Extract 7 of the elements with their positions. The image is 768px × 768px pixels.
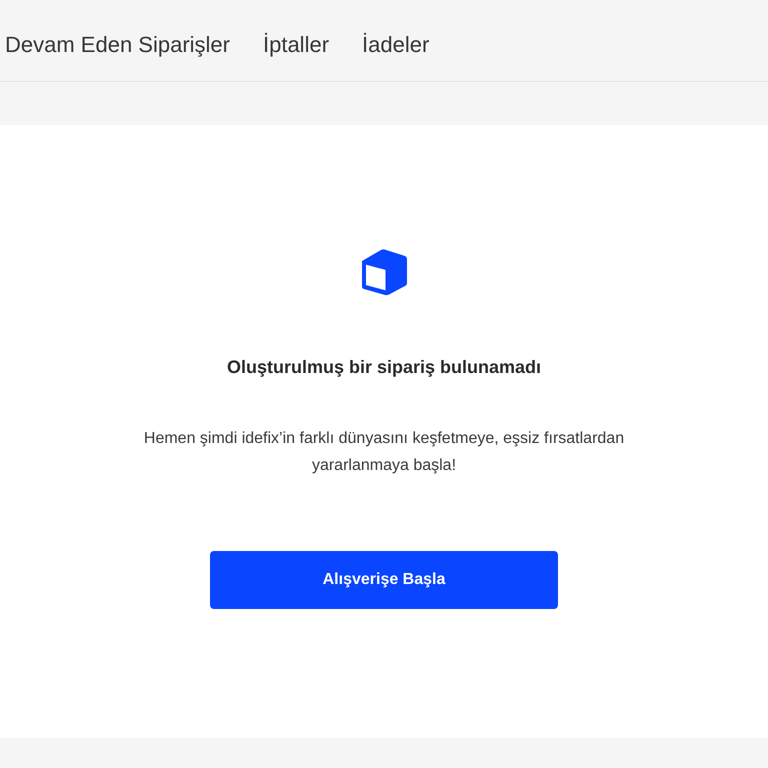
start-shopping-button[interactable]: Alışverişe Başla xyxy=(210,551,558,609)
cube-icon xyxy=(359,247,409,297)
tab[interactable]: Devam Eden Siparişler xyxy=(5,31,230,59)
empty-state-message: Hemen şimdi idefix’in farklı dünyasını keşfetmeye, eşsiz fırsatlardan yararlanmaya başla! xyxy=(142,429,626,476)
tab[interactable]: İadeler xyxy=(362,31,430,59)
empty-state-title: Oluşturulmuş bir sipariş bulunamadı xyxy=(226,356,542,379)
tab[interactable]: İptaller xyxy=(262,31,330,59)
